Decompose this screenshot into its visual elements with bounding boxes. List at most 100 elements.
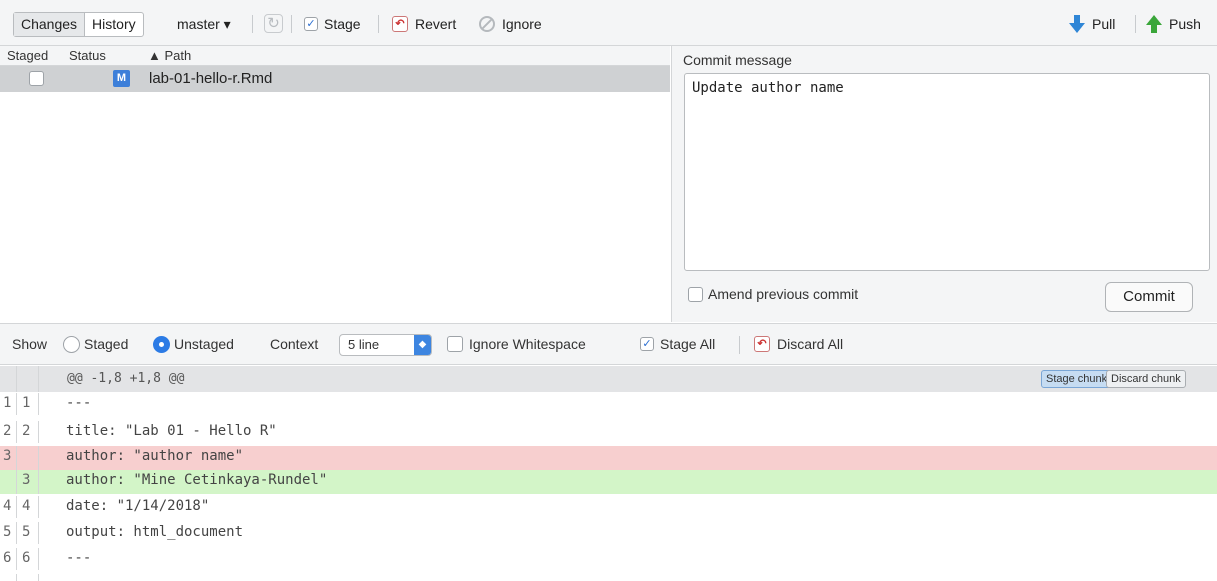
stage-chunk-button[interactable]: Stage chunk [1041, 370, 1113, 388]
staged-radio-button[interactable] [63, 335, 80, 353]
diff-line[interactable] [0, 574, 1217, 581]
pull-label: Pull [1092, 16, 1116, 32]
old-line-number: 1 [3, 395, 12, 411]
tab-changes[interactable]: Changes [14, 13, 85, 36]
ignore-whitespace-checkbox[interactable] [447, 336, 463, 352]
col-staged[interactable]: Staged [7, 48, 48, 63]
line-gutter-divider [16, 548, 17, 570]
line-gutter-divider [38, 393, 39, 415]
line-text: title: "Lab 01 - Hello R" [66, 423, 277, 439]
view-tabs: Changes History [13, 12, 144, 37]
context-select-value: 5 line [348, 337, 380, 352]
amend-commit-toggle[interactable]: Amend previous commit [688, 286, 858, 302]
unstaged-radio[interactable]: Unstaged [153, 335, 234, 353]
context-select[interactable]: 5 line ◆ [339, 334, 432, 356]
commit-message-label: Commit message [683, 52, 792, 68]
push-button[interactable]: Push [1146, 14, 1201, 34]
amend-checkbox[interactable] [688, 286, 703, 302]
discard-all-button[interactable]: ↶ Discard All [754, 335, 843, 353]
changed-files-pane: Staged Status ▲ Path M lab-01-hello-r.Rm… [0, 46, 670, 322]
discard-all-label: Discard All [777, 336, 844, 352]
chevron-updown-icon: ◆ [414, 335, 431, 355]
line-text: author: "Mine Cetinkaya-Rundel" [66, 472, 328, 488]
stage-button[interactable]: ✓ Stage [304, 14, 361, 34]
unstaged-radio-button[interactable] [153, 335, 170, 353]
pull-arrow-icon [1069, 15, 1085, 33]
new-line-number: 4 [22, 498, 31, 514]
commit-pane: Commit message Update author name Amend … [671, 46, 1217, 322]
diff-options-bar: Show Staged Unstaged Context 5 line ◆ Ig… [0, 323, 1217, 365]
context-label: Context [270, 336, 319, 352]
diff-line[interactable]: 4 4 date: "1/14/2018" [0, 496, 1217, 518]
stage-all-check-icon: ✓ [640, 337, 654, 351]
new-line-number: 3 [22, 472, 31, 488]
diff-line[interactable]: 2 2 title: "Lab 01 - Hello R" [0, 421, 1217, 443]
amend-label: Amend previous commit [708, 286, 859, 302]
line-gutter-divider [38, 366, 39, 392]
revert-icon: ↶ [392, 16, 408, 32]
line-gutter-divider [38, 574, 39, 581]
staged-radio[interactable]: Staged [63, 335, 128, 353]
diff-line-deleted[interactable]: 3 author: "author name" [0, 446, 1217, 470]
line-text: --- [66, 550, 92, 566]
ignore-label: Ignore [502, 16, 542, 32]
line-gutter-divider [38, 446, 39, 470]
toolbar-separator [378, 15, 379, 33]
toolbar-separator [1135, 15, 1136, 33]
old-line-number: 5 [3, 524, 12, 540]
ignore-button[interactable]: Ignore [479, 14, 542, 34]
staged-radio-label: Staged [84, 336, 129, 352]
files-header: Staged Status ▲ Path [0, 46, 670, 66]
stage-all-label: Stage All [660, 336, 716, 352]
line-gutter-divider [38, 548, 39, 570]
new-line-number: 5 [22, 524, 31, 540]
diff-line-added[interactable]: 3 author: "Mine Cetinkaya-Rundel" [0, 470, 1217, 494]
col-path[interactable]: ▲ Path [148, 48, 191, 63]
diffbar-separator [739, 336, 740, 354]
line-text: --- [66, 395, 92, 411]
line-gutter-divider [38, 522, 39, 544]
ignore-icon [479, 16, 495, 32]
stage-check-icon: ✓ [304, 17, 318, 31]
file-path: lab-01-hello-r.Rmd [149, 70, 273, 87]
line-gutter-divider [16, 446, 17, 470]
line-gutter-divider [16, 522, 17, 544]
file-staged-checkbox[interactable] [29, 71, 44, 86]
line-gutter-divider [38, 496, 39, 518]
hunk-range: @@ -1,8 +1,8 @@ [67, 371, 185, 386]
stage-all-button[interactable]: ✓ Stage All [640, 335, 715, 353]
modified-status-icon: M [113, 70, 130, 87]
tab-history[interactable]: History [84, 13, 143, 36]
line-gutter-divider [16, 470, 17, 494]
branch-dropdown[interactable]: master ▾ [177, 14, 231, 34]
revert-button[interactable]: ↶ Revert [392, 14, 456, 34]
revert-label: Revert [415, 16, 457, 32]
commit-message-input[interactable]: Update author name [684, 73, 1210, 271]
pull-button[interactable]: Pull [1069, 14, 1115, 34]
line-gutter-divider [16, 366, 17, 392]
context-select-wrap: 5 line ◆ [339, 334, 432, 356]
push-arrow-icon [1146, 15, 1162, 33]
toolbar-separator [291, 15, 292, 33]
ignore-whitespace-toggle[interactable]: Ignore Whitespace [447, 335, 586, 353]
diff-line[interactable]: 6 6 --- [0, 548, 1217, 570]
toolbar: Changes History master ▾ ↻ ✓ Stage ↶ Rev… [0, 0, 1217, 46]
file-row[interactable]: M lab-01-hello-r.Rmd [0, 66, 670, 92]
line-text: date: "1/14/2018" [66, 498, 210, 514]
old-line-number: 6 [3, 550, 12, 566]
refresh-icon[interactable]: ↻ [264, 14, 283, 33]
line-gutter-divider [16, 393, 17, 415]
discard-chunk-button[interactable]: Discard chunk [1106, 370, 1186, 388]
diff-line[interactable]: 5 5 output: html_document [0, 522, 1217, 544]
old-line-number: 2 [3, 423, 12, 439]
line-gutter-divider [16, 496, 17, 518]
push-label: Push [1169, 16, 1201, 32]
new-line-number: 2 [22, 423, 31, 439]
discard-all-icon: ↶ [754, 336, 770, 352]
hunk-header: @@ -1,8 +1,8 @@ Stage chunk Discard chun… [0, 366, 1217, 392]
commit-button[interactable]: Commit [1105, 282, 1193, 312]
diff-line[interactable]: 1 1 --- [0, 393, 1217, 415]
col-status[interactable]: Status [69, 48, 106, 63]
line-text: output: html_document [66, 524, 244, 540]
show-label: Show [12, 336, 48, 352]
